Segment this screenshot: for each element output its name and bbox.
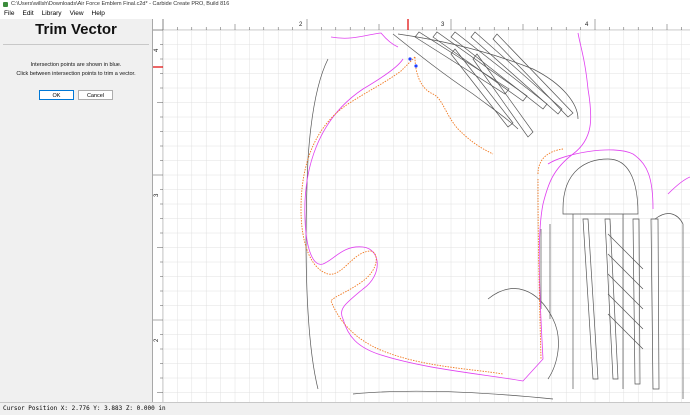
window-title: C:\Users\willsh\Downloads\Air Force Embl… xyxy=(11,1,230,7)
orange-selected-vector[interactable] xyxy=(300,56,564,375)
magenta-offset-vector xyxy=(304,32,690,382)
ok-button[interactable]: OK xyxy=(39,90,74,100)
panel-instruction-2: Click between intersection points to tri… xyxy=(16,71,136,77)
menu-file[interactable]: File xyxy=(0,9,18,19)
cursor-position-readout: Cursor Position X: 2.776 Y: 3.883 Z: 0.0… xyxy=(3,405,166,412)
cancel-button[interactable]: Cancel xyxy=(78,90,113,100)
design-canvas[interactable]: 2 3 4 4 3 2 xyxy=(153,19,690,402)
menu-bar: File Edit Library View Help xyxy=(0,9,690,19)
trim-vector-panel: Trim Vector Intersection points are show… xyxy=(0,19,153,402)
canvas-grid xyxy=(163,30,690,402)
panel-instruction-1: Intersection points are shown in blue. xyxy=(30,62,122,68)
status-bar: Cursor Position X: 2.776 Y: 3.883 Z: 0.0… xyxy=(0,402,690,415)
design-vectors xyxy=(305,31,684,400)
menu-library[interactable]: Library xyxy=(38,9,66,19)
intersection-point[interactable] xyxy=(414,64,418,68)
menu-edit[interactable]: Edit xyxy=(18,9,37,19)
title-bar: C:\Users\willsh\Downloads\Air Force Embl… xyxy=(0,0,690,9)
panel-divider xyxy=(3,44,149,45)
menu-help[interactable]: Help xyxy=(88,9,109,19)
menu-view[interactable]: View xyxy=(66,9,88,19)
left-ruler xyxy=(153,19,163,402)
intersection-point[interactable] xyxy=(408,57,412,61)
app-icon xyxy=(3,2,8,7)
panel-title: Trim Vector xyxy=(35,21,117,38)
